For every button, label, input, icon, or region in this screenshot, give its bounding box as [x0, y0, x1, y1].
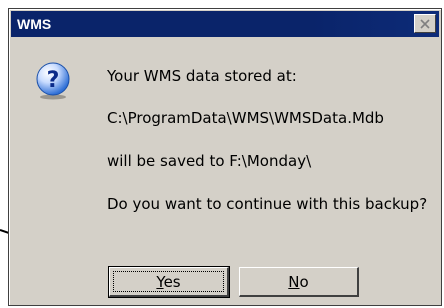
- close-icon: [420, 18, 430, 29]
- message-line-2: C:\ProgramData\WMS\WMSData.Mdb: [107, 109, 384, 127]
- yes-button[interactable]: Yes: [108, 266, 230, 298]
- focus-rectangle: [113, 271, 224, 292]
- title-bar[interactable]: WMS: [11, 11, 439, 37]
- no-button[interactable]: No: [239, 267, 359, 297]
- close-button[interactable]: [414, 14, 436, 33]
- message-line-1: Your WMS data stored at:: [107, 67, 297, 85]
- message-line-3: will be saved to F:\Monday\: [107, 152, 312, 170]
- message-dialog: WMS ? Your WMS data stored at: C:\Progra…: [8, 8, 442, 306]
- question-icon: ?: [33, 61, 73, 101]
- message-line-4: Do you want to continue with this backup…: [107, 195, 428, 213]
- window-title: WMS: [17, 16, 52, 32]
- no-button-label: No: [288, 272, 309, 291]
- svg-text:?: ?: [47, 68, 60, 93]
